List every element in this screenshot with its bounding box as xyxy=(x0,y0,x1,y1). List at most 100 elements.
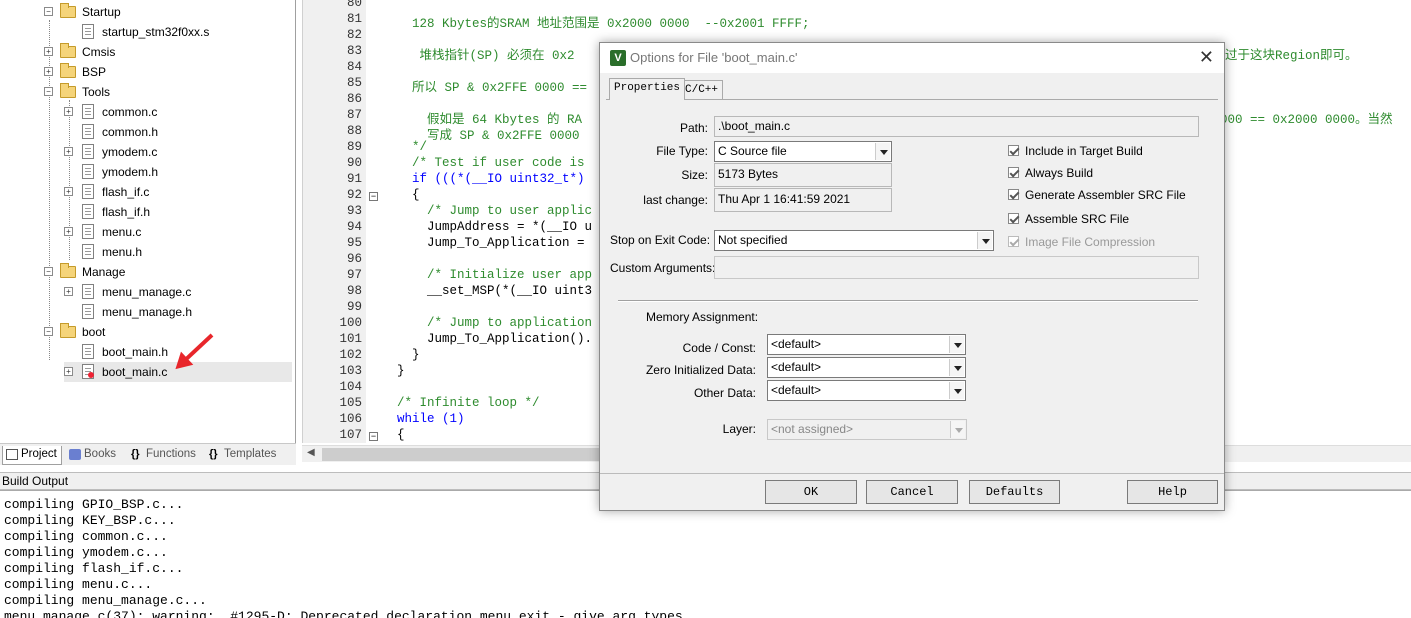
line-number: 94 xyxy=(346,220,362,234)
line-number: 82 xyxy=(346,28,362,42)
line-number: 102 xyxy=(339,348,362,362)
chevron-down-icon[interactable] xyxy=(977,232,992,249)
line-number: 83 xyxy=(346,44,362,58)
folder-icon xyxy=(60,263,76,278)
folder-icon xyxy=(60,323,76,338)
lastchange-field: Thu Apr 1 16:41:59 2021 xyxy=(714,188,892,212)
code-line: /* Test if user code is xyxy=(397,156,585,170)
zero-init-label: Zero Initialized Data: xyxy=(645,363,756,377)
close-icon[interactable]: ✕ xyxy=(1199,47,1214,68)
chevron-down-icon[interactable] xyxy=(875,143,890,160)
line-number: 98 xyxy=(346,284,362,298)
build-output-line: compiling ymodem.c... xyxy=(4,545,168,560)
ok-button[interactable]: OK xyxy=(765,480,857,504)
custom-args-field[interactable] xyxy=(714,256,1199,279)
code-line: Jump_To_Application = xyxy=(397,236,585,250)
build-output-line: compiling common.c... xyxy=(4,529,168,544)
filetype-select[interactable]: C Source file xyxy=(714,141,892,162)
generate-asm-checkbox[interactable] xyxy=(1008,189,1019,200)
line-number: 107 xyxy=(339,428,362,442)
zero-init-select[interactable]: <default> xyxy=(767,357,966,378)
collapse-toggle[interactable]: − xyxy=(44,7,53,16)
code-line: 堆栈指针(SP) 必须在 0x2 xyxy=(397,49,575,63)
expand-toggle[interactable]: + xyxy=(64,367,73,376)
assemble-src-checkbox[interactable] xyxy=(1008,213,1019,224)
expand-toggle[interactable]: + xyxy=(44,47,53,56)
collapse-toggle[interactable]: − xyxy=(44,267,53,276)
project-panel-tabs: Project Books {} Functions {} Templates xyxy=(0,443,296,465)
chevron-down-icon[interactable] xyxy=(949,359,964,376)
line-number: 91 xyxy=(346,172,362,186)
scroll-left-icon[interactable]: ◀ xyxy=(307,447,315,458)
folder-icon xyxy=(60,63,76,78)
code-line: /* Infinite loop */ xyxy=(397,396,540,410)
code-line: } xyxy=(397,364,405,378)
stop-exit-select[interactable]: Not specified xyxy=(714,230,994,251)
file-icon xyxy=(82,244,94,259)
fold-toggle[interactable]: − xyxy=(369,192,378,201)
build-output-line: compiling menu.c... xyxy=(4,577,153,592)
line-number: 85 xyxy=(346,76,362,90)
collapse-toggle[interactable]: − xyxy=(44,327,53,336)
build-output-line: menu_manage.c(37): warning: #1295-D: Dep… xyxy=(4,609,683,618)
expand-toggle[interactable]: + xyxy=(64,107,73,116)
code-line: __set_MSP(*(__IO uint3 xyxy=(397,284,593,298)
file-icon xyxy=(82,124,94,139)
chevron-down-icon[interactable] xyxy=(949,336,964,353)
include-build-checkbox[interactable] xyxy=(1008,145,1019,156)
custom-args-label: Custom Arguments: xyxy=(610,261,716,275)
code-line: { xyxy=(397,428,405,442)
dialog-title: Options for File 'boot_main.c' xyxy=(630,50,798,65)
code-line: /* Initialize user app xyxy=(397,268,593,282)
collapse-toggle[interactable]: − xyxy=(44,87,53,96)
image-compression-checkbox xyxy=(1008,236,1019,247)
folder-icon xyxy=(60,3,76,18)
file-icon xyxy=(82,284,94,299)
cancel-button[interactable]: Cancel xyxy=(866,480,958,504)
code-line: if (((*(__IO uint32_t*) xyxy=(397,172,585,186)
expand-toggle[interactable]: + xyxy=(64,227,73,236)
line-number: 96 xyxy=(346,252,362,266)
line-number: 106 xyxy=(339,412,362,426)
code-line: while (1) xyxy=(397,412,465,426)
help-button[interactable]: Help xyxy=(1127,480,1218,504)
tab-project[interactable]: Project xyxy=(2,446,62,465)
layer-label: Layer: xyxy=(722,422,756,436)
tab-books[interactable]: Books xyxy=(66,446,122,465)
button-bar-divider xyxy=(600,473,1224,475)
layer-select: <not assigned> xyxy=(767,419,967,440)
defaults-button[interactable]: Defaults xyxy=(969,480,1060,504)
expand-toggle[interactable]: + xyxy=(64,147,73,156)
tab-properties[interactable]: Properties xyxy=(609,78,686,100)
code-fragment: 000 == 0x2000 0000。当然 xyxy=(1220,113,1393,127)
tab-c-cpp[interactable]: C/C++ xyxy=(680,80,724,100)
include-build-label: Include in Target Build xyxy=(1025,144,1143,158)
size-field: 5173 Bytes xyxy=(714,163,892,187)
tab-functions[interactable]: {} Functions xyxy=(128,446,202,465)
tree-line xyxy=(69,100,70,260)
file-icon xyxy=(82,164,94,179)
fold-margin: − − xyxy=(366,0,380,443)
code-line: } xyxy=(397,348,420,362)
code-line: JumpAddress = *(__IO u xyxy=(397,220,593,234)
scrollbar-thumb[interactable] xyxy=(322,448,620,461)
line-number: 90 xyxy=(346,156,362,170)
keil-app-icon: V xyxy=(610,50,626,66)
always-build-checkbox[interactable] xyxy=(1008,167,1019,178)
fold-toggle[interactable]: − xyxy=(369,432,378,441)
tab-templates[interactable]: {} Templates xyxy=(206,446,288,465)
line-number: 105 xyxy=(339,396,362,410)
expand-toggle[interactable]: + xyxy=(44,67,53,76)
expand-toggle[interactable]: + xyxy=(64,287,73,296)
path-field[interactable]: .\boot_main.c xyxy=(714,116,1199,137)
code-const-select[interactable]: <default> xyxy=(767,334,966,355)
line-number: 97 xyxy=(346,268,362,282)
dialog-titlebar[interactable]: V Options for File 'boot_main.c' ✕ xyxy=(600,43,1224,73)
chevron-down-icon[interactable] xyxy=(949,382,964,399)
line-number: 95 xyxy=(346,236,362,250)
file-icon xyxy=(82,144,94,159)
other-data-select[interactable]: <default> xyxy=(767,380,966,401)
expand-toggle[interactable]: + xyxy=(64,187,73,196)
line-number: 89 xyxy=(346,140,362,154)
line-number: 103 xyxy=(339,364,362,378)
